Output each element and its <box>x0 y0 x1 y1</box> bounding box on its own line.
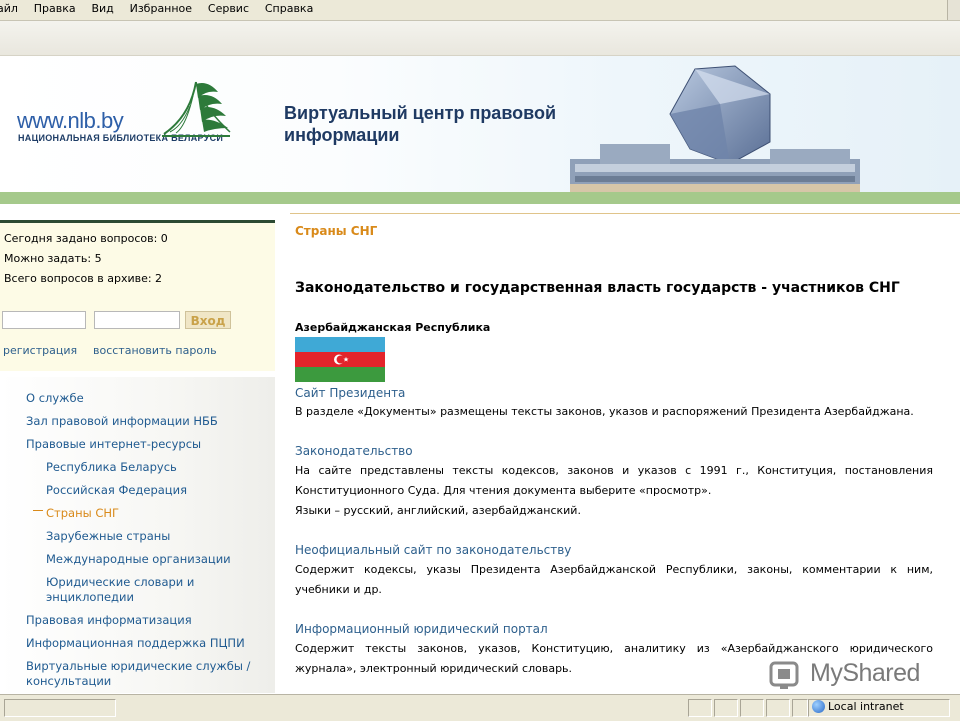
login-field[interactable] <box>2 311 86 329</box>
site-title: Виртуальный центр правовой информации <box>284 102 604 146</box>
globe-icon <box>812 700 825 713</box>
stat-archive: Всего вопросов в архиве: 2 <box>4 272 163 285</box>
active-marker <box>33 510 43 511</box>
resource-link-unofficial[interactable]: Неофициальный сайт по законодательству <box>295 543 571 557</box>
resource-link-legal-portal[interactable]: Информационный юридический портал <box>295 622 548 636</box>
resource-desc-president: В разделе «Документы» размещены тексты з… <box>295 405 914 418</box>
logo-url[interactable]: www.nlb.by <box>17 108 124 134</box>
menu-favorites[interactable]: Избранное <box>124 0 198 18</box>
nav-dictionaries[interactable]: Юридические словари и <box>46 575 194 590</box>
site-title-line2: информации <box>284 125 400 145</box>
stat-can-ask: Можно задать: 5 <box>4 252 102 265</box>
book-logo-icon <box>162 81 231 137</box>
page-title: Законодательство и государственная власт… <box>295 280 900 296</box>
menu-edit[interactable]: Правка <box>28 0 82 18</box>
security-zone: Local intranet <box>828 700 904 713</box>
menu-bar: айл Правка Вид Избранное Сервис Справка <box>0 0 960 21</box>
nav-cis-countries[interactable]: Страны СНГ <box>46 506 119 521</box>
status-bar: Local intranet <box>0 694 960 721</box>
nav-international-orgs[interactable]: Международные организации <box>46 552 231 567</box>
resource-desc-legislation-langs: Языки – русский, английский, азербайджан… <box>295 504 581 517</box>
green-divider <box>0 192 960 204</box>
menu-file[interactable]: айл <box>0 0 24 18</box>
nav-legal-informatization[interactable]: Правовая информатизация <box>26 613 192 628</box>
menu-scroll-handle[interactable] <box>947 0 960 20</box>
content-top-rule <box>290 213 960 214</box>
menu-view[interactable]: Вид <box>85 0 119 18</box>
library-building-image <box>570 65 860 192</box>
restore-password-link[interactable]: восстановить пароль <box>93 344 217 357</box>
register-link[interactable]: регистрация <box>3 344 77 357</box>
nav-russia[interactable]: Российская Федерация <box>46 483 187 498</box>
watermark-text: MyShared <box>810 659 920 687</box>
login-button[interactable]: Вход <box>185 311 231 329</box>
resource-desc-legislation: На сайте представлены тексты кодексов, з… <box>295 464 933 497</box>
status-panel <box>766 699 790 717</box>
nav-virtual-services-line2[interactable]: консультации <box>26 674 111 689</box>
password-field[interactable] <box>94 311 180 329</box>
nav-virtual-services[interactable]: Виртуальные юридические службы / <box>26 659 250 674</box>
status-panel <box>714 699 738 717</box>
status-panel <box>688 699 712 717</box>
resource-link-legislation[interactable]: Законодательство <box>295 444 413 458</box>
menu-tools[interactable]: Сервис <box>202 0 255 18</box>
nav-dictionaries-line2[interactable]: энциклопедии <box>46 590 134 605</box>
menu-help[interactable]: Справка <box>259 0 319 18</box>
azerbaijan-flag-icon <box>295 337 385 382</box>
nav-foreign-countries[interactable]: Зарубежные страны <box>46 529 170 544</box>
nav-belarus[interactable]: Республика Беларусь <box>46 460 177 475</box>
nav-about[interactable]: О службе <box>26 391 84 406</box>
site-title-line1: Виртуальный центр правовой <box>284 103 557 123</box>
nav-internet-resources[interactable]: Правовые интернет-ресурсы <box>26 437 201 452</box>
status-panel <box>740 699 764 717</box>
status-panel <box>792 699 808 717</box>
browser-toolbar <box>0 21 960 56</box>
nav-legal-hall[interactable]: Зал правовой информации НББ <box>26 414 218 429</box>
stat-today: Сегодня задано вопросов: 0 <box>4 232 168 245</box>
country-heading: Азербайджанская Республика <box>295 321 491 334</box>
nav-pcpi-support[interactable]: Информационная поддержка ПЦПИ <box>26 636 245 651</box>
resource-desc-unofficial: Содержит кодексы, указы Президента Азерб… <box>295 563 933 596</box>
resource-link-president[interactable]: Сайт Президента <box>295 386 405 400</box>
status-panel <box>4 699 116 717</box>
breadcrumb: Страны СНГ <box>295 224 378 238</box>
